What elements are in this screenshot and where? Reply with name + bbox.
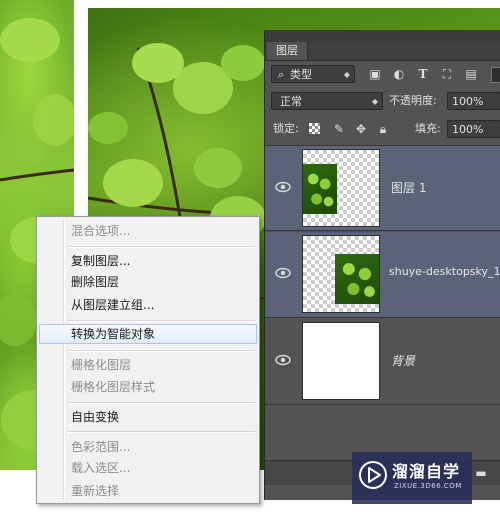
menu-item-free-transform[interactable]: 自由变换	[39, 407, 257, 427]
layer-row[interactable]: 图层 1	[265, 145, 500, 231]
layer-filter-select[interactable]: ⌕ 类型 ◆	[271, 65, 355, 83]
eye-icon[interactable]	[275, 267, 291, 279]
menu-separator	[67, 431, 255, 433]
tab-layers[interactable]: 图层	[267, 42, 308, 60]
image-filter-icon[interactable]: ▣	[367, 66, 383, 82]
layer-filter-label: 类型	[290, 68, 312, 81]
panel-tabbar: 图层	[265, 42, 500, 61]
lock-label: 锁定:	[273, 122, 299, 135]
opacity-label: 不透明度:	[389, 94, 437, 107]
brush-icon[interactable]: ✎	[331, 121, 347, 137]
checkerboard-lock-icon[interactable]	[309, 123, 320, 134]
fill-label: 填充:	[415, 122, 441, 135]
filter-toggle-icon[interactable]	[491, 67, 500, 83]
folder-icon[interactable]: ▬	[473, 465, 489, 481]
menu-item-rasterize-layer-style[interactable]: 栅格化图层样式	[39, 377, 257, 397]
type-filter-icon[interactable]: T	[415, 66, 431, 82]
menu-separator	[67, 320, 255, 322]
play-logo-icon	[359, 461, 387, 489]
watermark: 溜溜自学 ZIXUE.3D66.COM	[352, 452, 472, 504]
blend-mode-select[interactable]: 正常 ◆	[271, 92, 383, 110]
updown-arrow-icon: ◆	[371, 97, 378, 106]
shape-filter-icon[interactable]: ⛶	[439, 66, 455, 82]
layer-name: 背景	[391, 354, 416, 368]
fill-value: 100%	[452, 123, 484, 136]
layer-row[interactable]: 背景	[265, 319, 500, 405]
adjustment-filter-icon[interactable]: ◐	[391, 66, 407, 82]
layer-context-menu: 混合选项... 复制图层... 删除图层 从图层建立组... 转换为智能对象 栅…	[36, 216, 260, 504]
padlock-icon[interactable]: 🔒︎	[375, 121, 391, 137]
layer-name: shuye-desktopsky_1-	[389, 265, 500, 278]
menu-item-group-from-layers[interactable]: 从图层建立组...	[39, 295, 257, 315]
layer-name: 图层 1	[391, 181, 427, 195]
menu-item-color-range[interactable]: 色彩范围...	[39, 437, 257, 457]
menu-item-blending-options[interactable]: 混合选项...	[39, 221, 257, 241]
menu-item-reselect[interactable]: 重新选择	[39, 481, 257, 501]
blend-mode-value: 正常	[280, 95, 302, 108]
watermark-subtitle: ZIXUE.3D66.COM	[394, 482, 462, 490]
menu-item-rasterize-layer[interactable]: 栅格化图层	[39, 355, 257, 375]
menu-separator	[67, 246, 255, 248]
opacity-value: 100%	[452, 95, 484, 108]
eye-icon[interactable]	[275, 354, 291, 366]
menu-item-duplicate-layer[interactable]: 复制图层...	[39, 251, 257, 271]
layer-thumbnail	[302, 149, 380, 227]
layer-thumbnail	[302, 322, 380, 400]
menu-item-delete-layer[interactable]: 删除图层	[39, 272, 257, 292]
opacity-input[interactable]: 100% ▾	[447, 92, 500, 110]
smart-object-filter-icon[interactable]: ▤	[463, 66, 479, 82]
move-icon[interactable]: ✥	[353, 121, 369, 137]
updown-arrow-icon: ◆	[343, 70, 350, 79]
menu-item-convert-to-smart-object[interactable]: 转换为智能对象	[39, 324, 257, 344]
eye-icon[interactable]	[275, 181, 291, 193]
menu-item-load-selection[interactable]: 载入选区...	[39, 458, 257, 478]
layers-panel: 图层 ⌕ 类型 ◆ ▣ ◐ T ⛶ ▤ 正常 ◆ 不透明度: 100% ▾ 锁定…	[264, 30, 500, 500]
menu-separator	[67, 350, 255, 352]
layer-thumbnail	[302, 235, 380, 313]
search-icon: ⌕	[278, 68, 285, 81]
watermark-title: 溜溜自学	[392, 462, 461, 481]
fill-input[interactable]: 100% ▾	[447, 120, 500, 138]
menu-separator	[67, 402, 255, 404]
layer-row[interactable]: shuye-desktopsky_1-	[265, 232, 500, 318]
panel-topbar	[265, 30, 500, 42]
